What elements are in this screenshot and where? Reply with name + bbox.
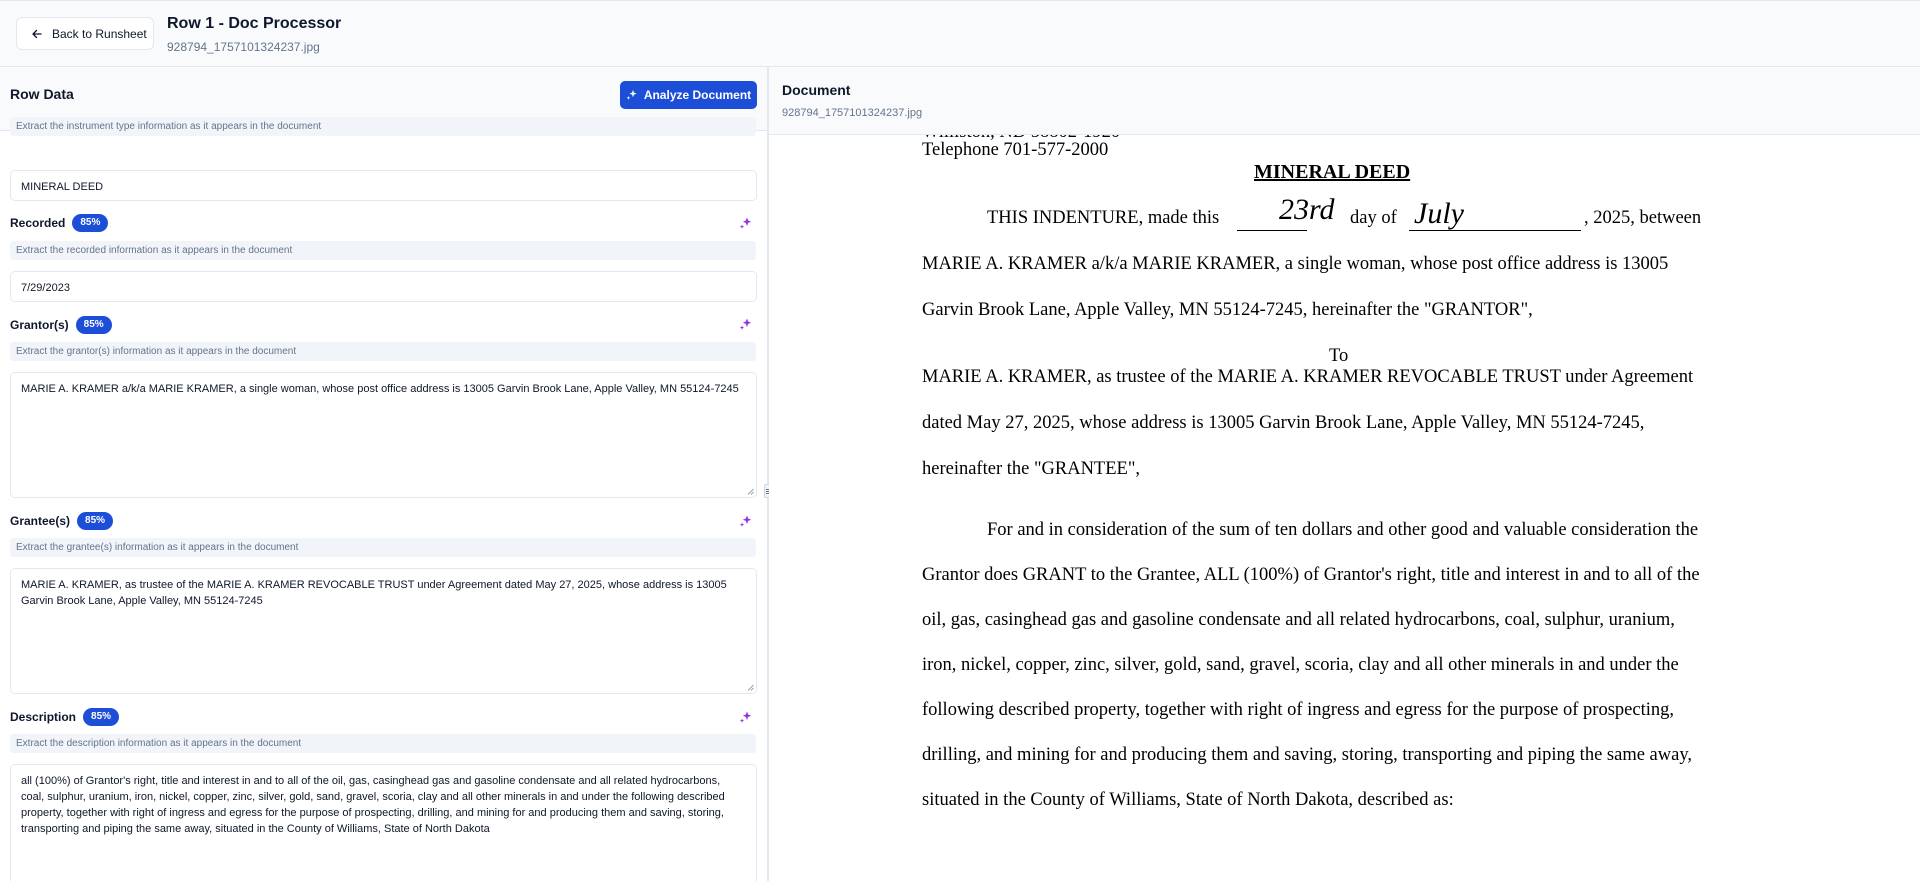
doc-to: To	[1329, 346, 1349, 366]
instrument-instruction: Extract the instrument type information …	[10, 117, 756, 136]
doc-line: iron, nickel, copper, zinc, silver, gold…	[922, 655, 1679, 675]
recorded-instruction: Extract the recorded information as it a…	[10, 241, 756, 260]
top-bar: Back to Runsheet Row 1 - Doc Processor 9…	[0, 0, 1920, 67]
document-panel: Document 928794_1757101324237.jpg Willis…	[769, 67, 1920, 881]
doc-line: Grantor does GRANT to the Grantee, ALL (…	[922, 565, 1700, 585]
sparkles-icon[interactable]	[739, 514, 753, 528]
sparkles-icon	[626, 90, 637, 100]
doc-line: hereinafter the "GRANTEE",	[922, 459, 1141, 479]
doc-line: drilling, and mining for and producing t…	[922, 745, 1692, 765]
confidence-badge: 85%	[72, 214, 109, 232]
doc-heading: MINERAL DEED	[1254, 161, 1411, 183]
doc-line-indenture: THIS INDENTURE, made this	[987, 208, 1220, 228]
instrument-type-field[interactable]: MINERAL DEED	[10, 170, 757, 201]
arrow-left-icon	[32, 29, 42, 38]
grantee-value: MARIE A. KRAMER, as trustee of the MARIE…	[21, 579, 727, 607]
recorded-label: Recorded	[10, 216, 66, 230]
description-label: Description	[10, 710, 77, 724]
description-label-row: Description 85%	[10, 707, 120, 727]
grantor-instruction: Extract the grantor(s) information as it…	[10, 342, 756, 361]
doc-line: Garvin Brook Lane, Apple Valley, MN 5512…	[922, 300, 1533, 320]
grantee-label: Grantee(s)	[10, 514, 71, 528]
doc-handwritten-month: July	[1414, 197, 1464, 230]
grantee-field[interactable]: MARIE A. KRAMER, as trustee of the MARIE…	[10, 568, 757, 694]
recorded-field[interactable]: 7/29/2023	[10, 271, 757, 302]
recorded-label-row: Recorded 85%	[10, 213, 109, 233]
doc-telephone: Telephone 701-577-2000	[922, 140, 1109, 160]
document-header: Document 928794_1757101324237.jpg	[769, 67, 1920, 135]
sparkles-icon[interactable]	[739, 710, 753, 724]
sparkles-icon[interactable]	[739, 216, 753, 230]
doc-line: situated in the County of Williams, Stat…	[922, 790, 1454, 810]
description-value: all (100%) of Grantor's right, title and…	[21, 775, 725, 835]
back-button-label: Back to Runsheet	[52, 26, 147, 41]
doc-line: oil, gas, casinghead gas and gasoline co…	[922, 610, 1675, 630]
description-instruction: Extract the description information as i…	[10, 734, 756, 753]
description-field[interactable]: all (100%) of Grantor's right, title and…	[10, 764, 757, 881]
doc-line-year: , 2025, between	[1584, 208, 1702, 228]
sparkles-icon[interactable]	[739, 317, 753, 331]
confidence-badge: 85%	[75, 316, 112, 334]
doc-line: For and in consideration of the sum of t…	[987, 520, 1699, 540]
grantor-value: MARIE A. KRAMER a/k/a MARIE KRAMER, a si…	[21, 383, 739, 395]
confidence-badge: 85%	[83, 708, 120, 726]
confidence-badge: 85%	[77, 512, 114, 530]
resize-handle-icon[interactable]	[747, 488, 754, 495]
analyze-document-label: Analyze Document	[643, 88, 752, 102]
grantor-field[interactable]: MARIE A. KRAMER a/k/a MARIE KRAMER, a si…	[10, 372, 757, 498]
doc-handwritten-day: 23rd	[1279, 193, 1335, 226]
document-filename: 928794_1757101324237.jpg	[782, 107, 923, 119]
doc-line: dated May 27, 2025, whose address is 130…	[922, 413, 1645, 433]
grantor-label-row: Grantor(s) 85%	[10, 315, 112, 335]
doc-line: MARIE A. KRAMER, as trustee of the MARIE…	[922, 367, 1694, 387]
page-title: Row 1 - Doc Processor	[167, 15, 342, 32]
doc-line: following described property, together w…	[922, 700, 1674, 720]
grantee-instruction: Extract the grantee(s) information as it…	[10, 538, 756, 557]
grantee-label-row: Grantee(s) 85%	[10, 511, 114, 531]
doc-line-dayof: day of	[1350, 208, 1397, 228]
document-image[interactable]: Williston, ND 58802-1920 Telephone 701-5…	[769, 135, 1920, 881]
grantor-label: Grantor(s)	[10, 318, 69, 332]
resize-handle-icon[interactable]	[747, 684, 754, 691]
document-title: Document	[782, 82, 851, 98]
row-data-panel: Row Data Analyze Document Extract the in…	[0, 67, 767, 881]
doc-line: MARIE A. KRAMER a/k/a MARIE KRAMER, a si…	[922, 254, 1669, 274]
doc-day-blank	[1237, 230, 1307, 231]
page-subtitle: 928794_1757101324237.jpg	[167, 40, 320, 54]
analyze-document-button[interactable]: Analyze Document	[620, 81, 757, 109]
row-data-title: Row Data	[10, 86, 74, 102]
back-to-runsheet-button[interactable]: Back to Runsheet	[16, 17, 154, 50]
